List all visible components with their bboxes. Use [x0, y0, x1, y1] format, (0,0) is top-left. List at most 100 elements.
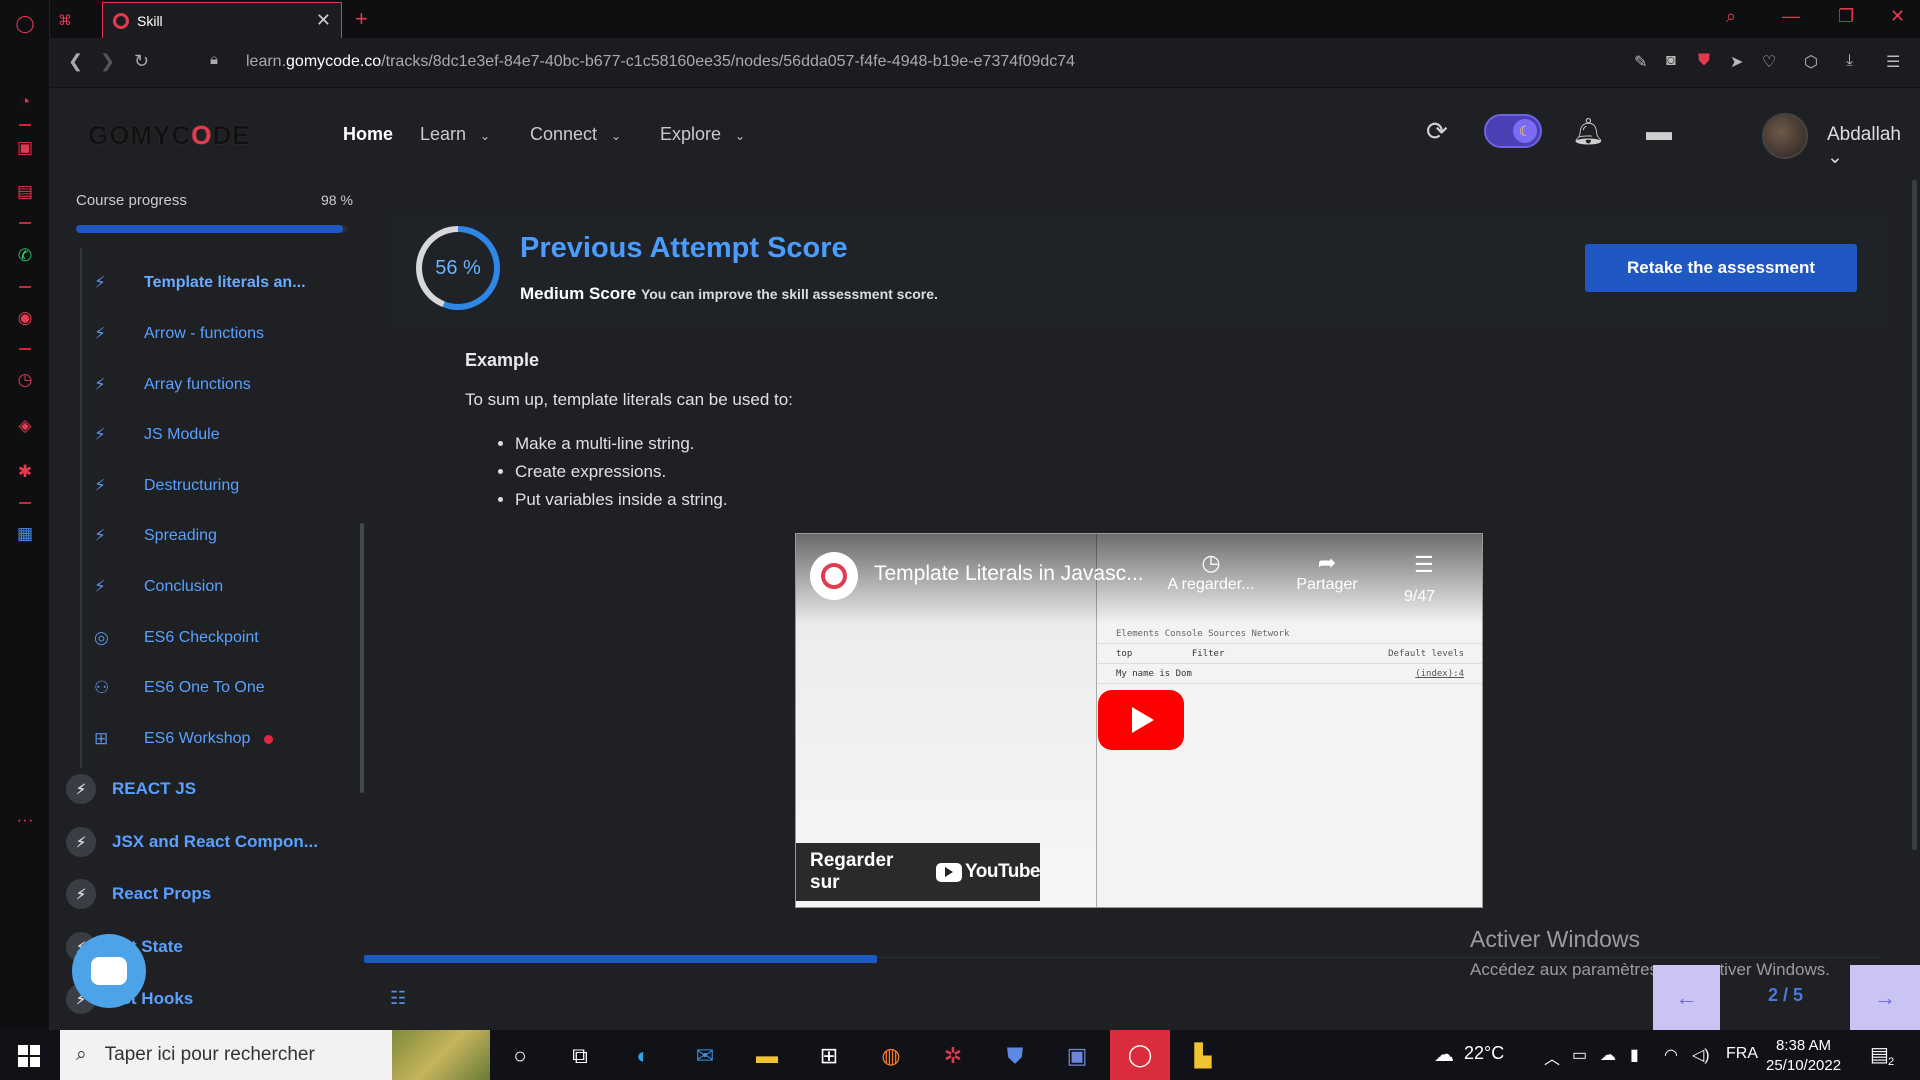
- whatsapp-icon[interactable]: ✆: [13, 244, 37, 268]
- vpn-shield-icon[interactable]: ⛊: [1698, 52, 1710, 70]
- module-item[interactable]: ⚡︎ JSX and React Compon...: [66, 825, 318, 859]
- send-icon[interactable]: ➤: [1730, 52, 1743, 72]
- windows-start-icon[interactable]: [18, 1045, 40, 1067]
- meet-icon[interactable]: ▭: [1572, 1045, 1587, 1065]
- battery-icon[interactable]: ▮: [1630, 1045, 1639, 1065]
- shield-app-icon[interactable]: ⛊: [1000, 1041, 1030, 1071]
- retake-assessment-button[interactable]: Retake the assessment: [1585, 244, 1857, 292]
- opera-taskbar-icon[interactable]: ◯: [1110, 1030, 1170, 1080]
- taskbar-search[interactable]: ⌕ Taper ici pour rechercher: [60, 1030, 490, 1080]
- easy-setup-icon[interactable]: ☰: [1886, 52, 1900, 72]
- lesson-item[interactable]: ⚡︎ JS Module: [94, 420, 220, 450]
- extensions-cube-icon[interactable]: ⬡: [1804, 52, 1818, 72]
- nav-home[interactable]: Home: [343, 124, 393, 145]
- tab-skill[interactable]: Skill ✕: [102, 2, 342, 38]
- weather-icon[interactable]: ☁: [1434, 1042, 1454, 1067]
- close-window-icon[interactable]: ✕: [1890, 6, 1905, 27]
- close-tab-icon[interactable]: ✕: [316, 10, 331, 31]
- nav-connect[interactable]: Connect ⌄: [530, 124, 621, 145]
- onedrive-icon[interactable]: ☁: [1600, 1045, 1616, 1065]
- tray-expand-icon[interactable]: ︿: [1544, 1045, 1560, 1069]
- firefox-icon[interactable]: ◍: [876, 1041, 906, 1071]
- lesson-item[interactable]: ⊞ ES6 Workshop: [94, 724, 274, 754]
- edge-icon[interactable]: ◐: [628, 1041, 658, 1071]
- lesson-item[interactable]: ⚡︎ Array functions: [94, 370, 251, 400]
- refresh-icon[interactable]: ⟳: [1426, 116, 1448, 147]
- settings-gear-icon[interactable]: ✱: [13, 460, 37, 484]
- translate-icon[interactable]: ▦: [13, 522, 37, 546]
- cube-icon[interactable]: ◈: [13, 414, 37, 438]
- support-chat-button[interactable]: [72, 934, 146, 1008]
- file-explorer-icon[interactable]: ▬: [752, 1041, 782, 1071]
- download-icon[interactable]: ⤓: [1846, 52, 1853, 70]
- task-view-icon[interactable]: ⧉: [565, 1041, 595, 1071]
- minimize-icon[interactable]: —: [1782, 6, 1800, 27]
- teams-icon[interactable]: ▣: [1062, 1041, 1092, 1071]
- module-item[interactable]: ⚡︎ React Props: [66, 877, 211, 911]
- youtube-wordmark: YouTube: [965, 861, 1040, 882]
- store-icon[interactable]: ⊞: [814, 1041, 844, 1071]
- gomycode-logo[interactable]: GOMYCODE: [88, 120, 251, 151]
- lesson-item[interactable]: ⚇ ES6 One To One: [94, 673, 265, 703]
- lesson-item[interactable]: ⚡︎ Destructuring: [94, 471, 239, 501]
- twitch-icon[interactable]: ▤: [13, 180, 37, 204]
- sidebar-scrollbar[interactable]: [360, 523, 364, 793]
- play-button[interactable]: [1098, 690, 1184, 750]
- nav-explore-label: Explore: [660, 124, 722, 144]
- bell-icon[interactable]: 🔔︎: [1572, 116, 1605, 147]
- cortana-icon[interactable]: ○: [505, 1041, 535, 1071]
- score-percent: 56 %: [422, 232, 494, 304]
- watch-on-youtube-button[interactable]: Regarder sur YouTube: [796, 843, 1040, 901]
- user-menu[interactable]: Abdallah ⌄: [1827, 124, 1920, 169]
- mail-icon[interactable]: ✉: [690, 1041, 720, 1071]
- reload-icon[interactable]: ↻: [134, 51, 149, 72]
- weather-temp[interactable]: 22°C: [1464, 1043, 1504, 1064]
- next-page-button[interactable]: →: [1850, 965, 1920, 1030]
- lesson-item[interactable]: ◎ ES6 Checkpoint: [94, 623, 259, 653]
- lesson-list-icon[interactable]: ☷: [390, 988, 406, 1009]
- new-tab-icon[interactable]: +: [355, 6, 368, 32]
- snapshot-edit-icon[interactable]: ✎: [1634, 52, 1647, 72]
- gamepad-icon[interactable]: ⌘: [50, 2, 86, 38]
- forward-icon[interactable]: ❯: [100, 51, 115, 72]
- lesson-item[interactable]: ⚡︎ Template literals an...: [94, 268, 306, 298]
- dark-mode-toggle[interactable]: ☾: [1484, 114, 1542, 148]
- volume-icon[interactable]: ◁): [1692, 1045, 1710, 1065]
- search-tabs-icon[interactable]: ⌕: [1726, 6, 1736, 27]
- nav-learn[interactable]: Learn ⌄: [420, 124, 490, 145]
- language-indicator[interactable]: FRA: [1726, 1045, 1758, 1063]
- score-level: Medium Score: [520, 284, 637, 303]
- wifi-icon[interactable]: ◠: [1664, 1045, 1678, 1065]
- lesson-item[interactable]: ⚡︎ Spreading: [94, 521, 217, 551]
- heart-icon[interactable]: ♡: [1762, 52, 1776, 72]
- playlist-icon[interactable]: ☰: [1414, 552, 1434, 578]
- share-button[interactable]: ➦ Partager: [1282, 550, 1372, 594]
- video-title[interactable]: Template Literals in Javasc...: [874, 562, 1144, 586]
- history-icon[interactable]: ◷: [13, 368, 37, 392]
- previous-page-button[interactable]: ←: [1653, 965, 1720, 1030]
- channel-logo[interactable]: [810, 552, 858, 600]
- more-icon[interactable]: ···: [13, 808, 37, 832]
- lesson-item[interactable]: ⚡︎ Conclusion: [94, 572, 223, 602]
- speed-dial-icon[interactable]: ◔: [13, 90, 37, 114]
- briefcase-icon[interactable]: ▣: [13, 136, 37, 160]
- module-item[interactable]: ⚡︎ REACT JS: [66, 772, 196, 806]
- notifications-icon[interactable]: ▤: [1870, 1042, 1889, 1067]
- gx-icon[interactable]: ✲: [938, 1041, 968, 1071]
- bolt-icon: ⚡︎: [94, 273, 106, 292]
- page-scrollbar[interactable]: [1912, 180, 1917, 850]
- back-icon[interactable]: ❮: [68, 51, 83, 72]
- player-icon[interactable]: ◉: [13, 306, 37, 330]
- restore-icon[interactable]: ❐: [1838, 6, 1854, 27]
- nav-explore[interactable]: Explore ⌄: [660, 124, 745, 145]
- watch-later-button[interactable]: ◷ A regarder...: [1166, 550, 1256, 594]
- avatar[interactable]: [1762, 113, 1808, 159]
- notes-app-icon[interactable]: ▙: [1188, 1041, 1218, 1071]
- youtube-embed[interactable]: Elements Console Sources Network top Fil…: [795, 533, 1483, 908]
- clock[interactable]: 8:38 AM 25/10/2022: [1766, 1036, 1841, 1076]
- url-field[interactable]: learn.gomycode.co/tracks/8dc1e3ef-84e7-4…: [246, 53, 1075, 71]
- lesson-item[interactable]: ⚡︎ Arrow - functions: [94, 319, 264, 349]
- camera-icon[interactable]: ◙: [1666, 52, 1676, 70]
- chat-icon[interactable]: ▬: [1646, 116, 1672, 147]
- opera-logo-icon[interactable]: ◯: [13, 12, 37, 36]
